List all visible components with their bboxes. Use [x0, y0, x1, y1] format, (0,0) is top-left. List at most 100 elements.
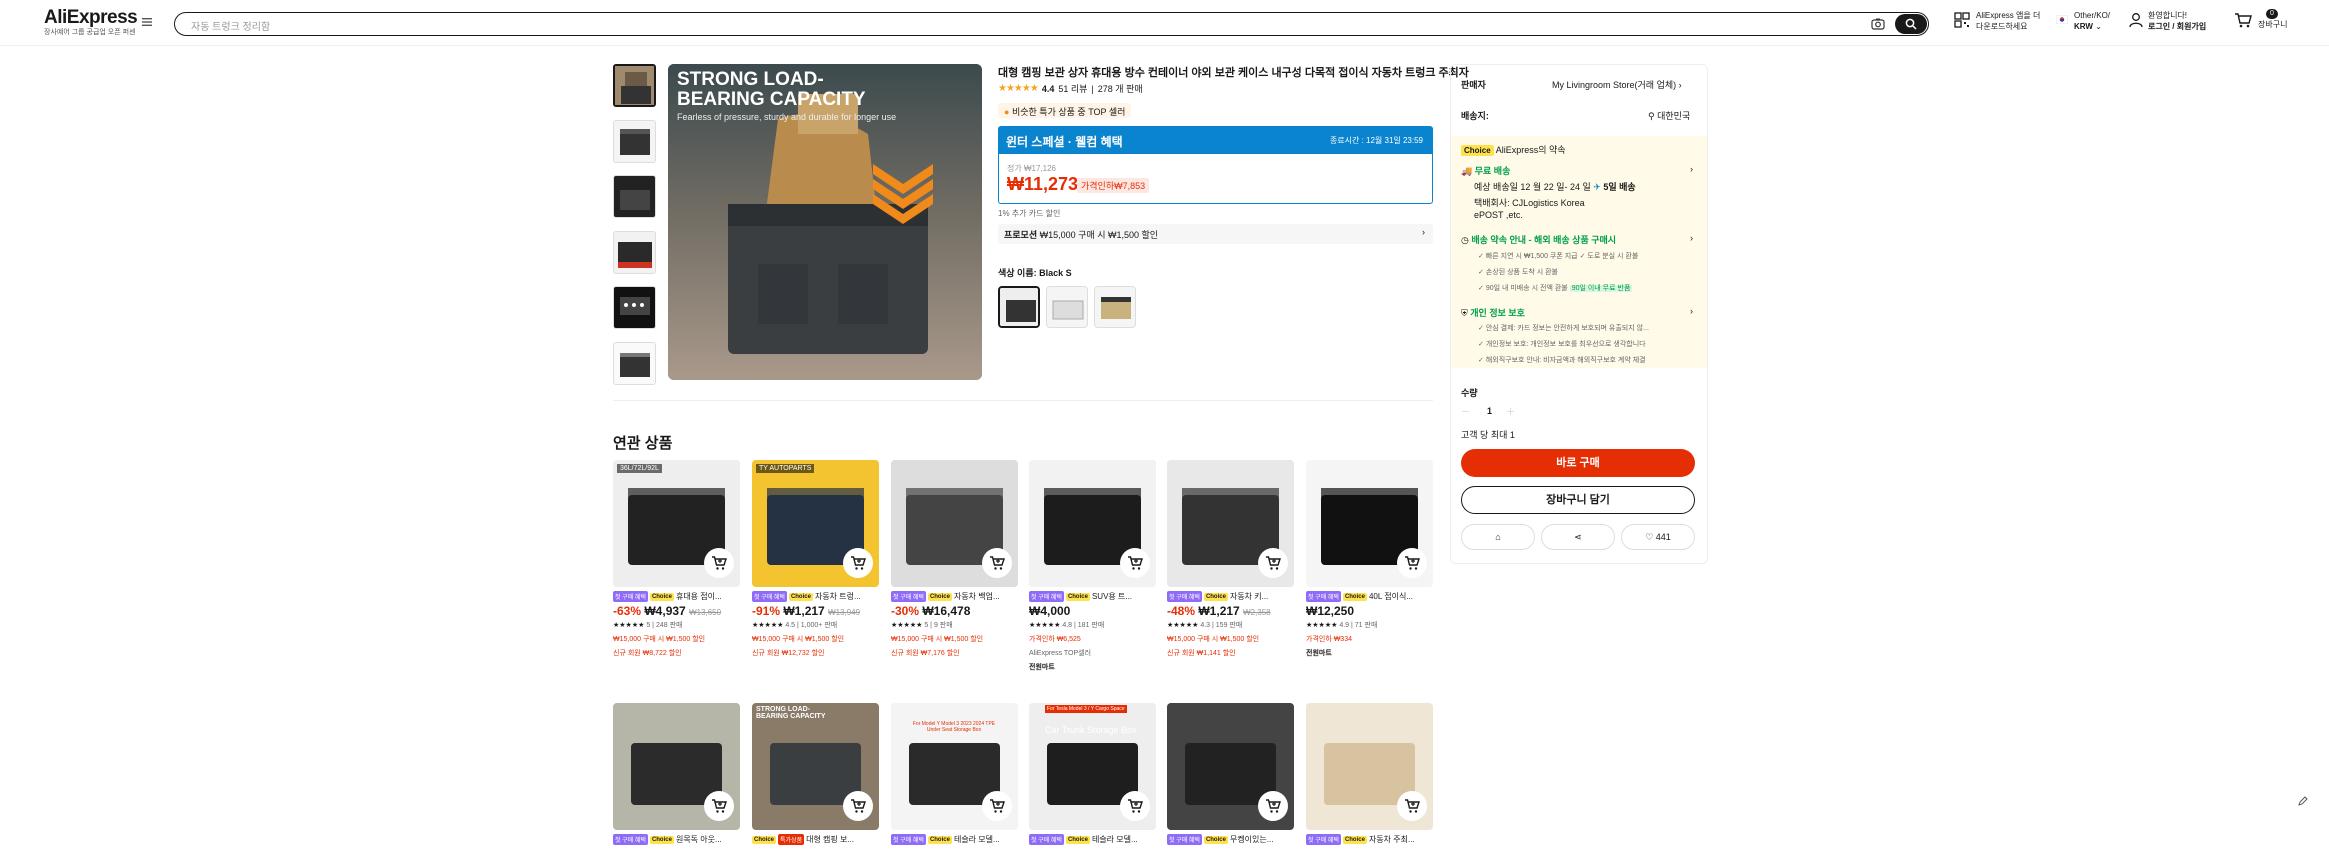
product-card[interactable]: TY AUTOPARTS 첫 구매 혜택 Choice 자동차 트렁... -91% ₩… — [752, 460, 879, 680]
product-thumbnail[interactable] — [891, 460, 1018, 587]
add-to-cart-icon[interactable] — [1120, 791, 1150, 821]
product-card[interactable]: 첫 구매 혜택 Choice 원목독 아웃... — [613, 703, 740, 854]
cart-link[interactable]: 0 장바구니 — [2258, 9, 2287, 30]
add-to-cart-icon[interactable] — [1120, 548, 1150, 578]
product-card[interactable]: STRONG LOAD-BEARING CAPACITY Choice 특가상품 대형… — [752, 703, 879, 854]
share-button[interactable]: ⋖ — [1541, 524, 1615, 550]
product-thumbnail[interactable] — [1167, 703, 1294, 830]
product-thumbnail[interactable]: 36L/72L/92L — [613, 460, 740, 587]
delivery-guarantee-row[interactable]: ◷ 배송 약속 안내 - 해외 배송 상품 구매시 — [1461, 233, 1616, 246]
title-text: 자동차 백업... — [953, 592, 1000, 601]
product-card[interactable]: 첫 구매 혜택 Choice 자동차 백업... -30% ₩16,478 ★★★★★… — [891, 460, 1018, 680]
product-thumbnail[interactable]: For Model Y Model 3 2023 2024 TPE Under … — [891, 703, 1018, 830]
product-thumbnail[interactable]: For Tesla Model 3 / Y Cargo Space Car Tru… — [1029, 703, 1156, 830]
add-to-cart-icon[interactable] — [1397, 791, 1427, 821]
product-card-title[interactable]: 첫 구매 혜택 Choice 원목독 아웃... — [613, 834, 740, 845]
product-card-title[interactable]: 첫 구매 혜택 Choice 무켕이있는... — [1167, 834, 1294, 845]
product-card[interactable]: 첫 구매 혜택 Choice SUV용 트... ₩4,000 ★★★★★ 4.8 |… — [1029, 460, 1156, 680]
product-card[interactable]: 첫 구매 혜택 Choice 무켕이있는... — [1167, 703, 1294, 854]
chevron-right-icon: › — [1690, 233, 1693, 243]
product-card-rating: ★★★★★ 5 | 248 판매 — [613, 620, 682, 630]
gallery-thumb-4[interactable] — [613, 231, 656, 274]
search-input[interactable]: 자동 트렁크 정리함 — [191, 18, 270, 33]
promotion-coupon-row[interactable]: 프로모션 ₩15,000 구매 시 ₩1,500 할인 › — [998, 224, 1433, 244]
product-card-rating: ★★★★★ 4.3 | 159 판매 — [1167, 620, 1242, 630]
main-product-image[interactable]: STRONG LOAD-BEARING CAPACITY Fearless of… — [668, 64, 982, 380]
camera-search-icon[interactable] — [1870, 16, 1886, 32]
qty-minus-button[interactable]: － — [1461, 405, 1470, 418]
ship-to-label: 배송지: — [1461, 111, 1489, 121]
store-button[interactable]: ⌂ — [1461, 524, 1535, 550]
add-to-cart-icon[interactable] — [704, 791, 734, 821]
rating-row[interactable]: ★★★★★ 4.4 51 리뷰 | 278 개 판매 — [998, 82, 1143, 95]
product-card[interactable]: 첫 구매 혜택 Choice 40L 접이식... ₩12,250 ★★★★★ 4.9… — [1306, 460, 1433, 680]
product-card-title[interactable]: 첫 구매 혜택 Choice 자동차 키... — [1167, 591, 1294, 602]
extra-discount: 1% 추가 카드 할인 — [998, 209, 1061, 218]
add-to-cart-icon[interactable] — [843, 791, 873, 821]
privacy-row[interactable]: ⛨ 개인 정보 보호 — [1461, 306, 1525, 319]
product-thumbnail[interactable] — [1167, 460, 1294, 587]
product-card-title[interactable]: 첫 구매 혜택 Choice 휴대용 접이... — [613, 591, 740, 602]
add-to-cart-icon[interactable] — [1258, 791, 1288, 821]
qty-value[interactable]: 1 — [1487, 406, 1492, 416]
add-to-cart-icon[interactable] — [704, 548, 734, 578]
product-thumbnail[interactable]: STRONG LOAD-BEARING CAPACITY — [752, 703, 879, 830]
product-card-title[interactable]: 첫 구매 혜택 Choice 테슬라 모델... — [1029, 834, 1156, 845]
product-thumbnail[interactable] — [1306, 703, 1433, 830]
product-card[interactable]: 첫 구매 혜택 Choice 자동차 키... -48% ₩1,217 ₩2,358 ★… — [1167, 460, 1294, 680]
add-to-cart-icon[interactable] — [843, 548, 873, 578]
add-to-cart-button[interactable]: 장바구니 담기 — [1461, 486, 1695, 514]
product-thumbnail[interactable] — [1029, 460, 1156, 587]
color-swatch-khaki[interactable] — [1094, 286, 1136, 328]
product-title: 대형 캠핑 보관 상자 휴대용 방수 컨테이너 야외 보관 케이스 내구성 다목… — [998, 67, 1469, 79]
free-shipping-row[interactable]: 🚚 무료 배송 — [1461, 164, 1510, 177]
add-to-cart-icon[interactable] — [1258, 548, 1288, 578]
search-button[interactable] — [1895, 14, 1927, 34]
product-card-title[interactable]: Choice 특가상품 대형 캠핑 보... — [752, 834, 879, 845]
aliexpress-logo[interactable]: AliExpress — [44, 7, 138, 29]
cart-icon[interactable] — [2234, 12, 2252, 28]
wishlist-button[interactable]: ♡ 441 — [1621, 524, 1695, 550]
add-to-cart-icon[interactable] — [1397, 548, 1427, 578]
user-icon[interactable] — [2128, 12, 2144, 28]
qr-code-icon[interactable] — [1954, 12, 1970, 28]
app-download-link[interactable]: AliExpress 앱을 더 다운로드하세요 — [1976, 10, 2040, 32]
menu-icon[interactable] — [142, 18, 152, 26]
product-card[interactable]: For Model Y Model 3 2023 2024 TPE Under … — [891, 703, 1018, 854]
ship-to-selector[interactable]: ⚲ 대한민국 — [1648, 109, 1690, 122]
product-thumbnail[interactable] — [1306, 460, 1433, 587]
search-bar[interactable]: 자동 트렁크 정리함 — [174, 12, 1929, 36]
color-swatch-black[interactable] — [998, 286, 1040, 328]
edit-pencil-icon[interactable] — [2298, 796, 2308, 806]
first-purchase-tag: 첫 구매 혜택 — [1306, 591, 1341, 602]
product-card-title[interactable]: 첫 구매 혜택 Choice 자동차 백업... — [891, 591, 1018, 602]
product-thumbnail[interactable] — [613, 703, 740, 830]
account-signin[interactable]: 환영합니다! 로그인 / 회원가입 — [2148, 10, 2206, 32]
buy-now-button[interactable]: 바로 구매 — [1461, 449, 1695, 477]
add-to-cart-icon[interactable] — [982, 791, 1012, 821]
add-to-cart-icon[interactable] — [982, 548, 1012, 578]
qty-plus-button[interactable]: ＋ — [1506, 405, 1515, 418]
product-card-title[interactable]: 첫 구매 혜택 Choice SUV용 트... — [1029, 591, 1156, 602]
product-card[interactable]: 첫 구매 혜택 Choice 자동차 주최... — [1306, 703, 1433, 854]
product-card[interactable]: 36L/72L/92L 첫 구매 혜택 Choice 휴대용 접이... -63% ₩4… — [613, 460, 740, 680]
locale-currency-selector[interactable]: Other/KO/KRW ⌄ — [2074, 10, 2110, 32]
title-text: 휴대용 접이... — [675, 592, 722, 601]
seller-name-link[interactable]: My Livingroom Store(거래 업체) › — [1552, 78, 1682, 91]
gallery-thumb-3[interactable] — [613, 175, 656, 218]
gallery-thumb-5[interactable] — [613, 286, 656, 329]
product-card-title[interactable]: 첫 구매 혜택 Choice 테슬라 모델... — [891, 834, 1018, 845]
gallery-thumb-6[interactable] — [613, 342, 656, 385]
product-card-title[interactable]: 첫 구매 혜택 Choice 40L 접이식... — [1306, 591, 1433, 602]
shop-link[interactable]: 전원마트 — [1029, 662, 1156, 672]
color-swatch-white[interactable] — [1046, 286, 1088, 328]
product-card[interactable]: For Tesla Model 3 / Y Cargo Space Car Tru… — [1029, 703, 1156, 854]
review-count[interactable]: 51 리뷰 — [1058, 82, 1087, 95]
product-card-title[interactable]: 첫 구매 혜택 Choice 자동차 주최... — [1306, 834, 1433, 845]
gallery-thumb-1[interactable] — [613, 64, 656, 107]
promo-line-2[interactable]: 전원마트 — [1306, 648, 1433, 658]
product-card-title[interactable]: 첫 구매 혜택 Choice 자동차 트렁... — [752, 591, 879, 602]
gallery-thumb-2[interactable] — [613, 120, 656, 163]
product-card-price: ₩4,000 — [1029, 604, 1070, 618]
product-thumbnail[interactable]: TY AUTOPARTS — [752, 460, 879, 587]
